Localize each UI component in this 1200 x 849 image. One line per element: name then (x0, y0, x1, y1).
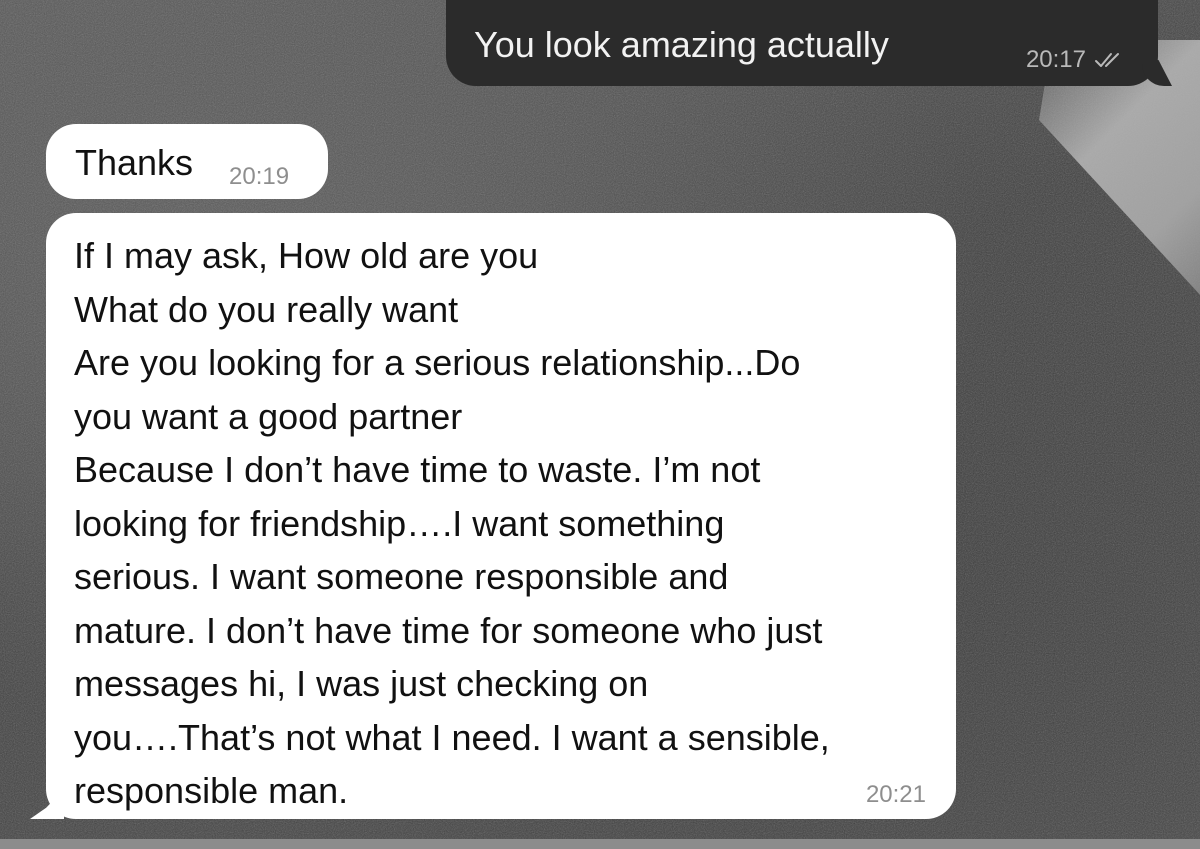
outgoing-message-bubble[interactable]: You look amazing actually 20:17 (446, 0, 1172, 86)
message-line: messages hi, I was just checking on (74, 663, 649, 704)
message-line: you want a good partner (74, 395, 463, 437)
double-check-icon (1095, 53, 1119, 67)
message-line: If I may ask, How old are you (74, 235, 539, 276)
incoming-message-bubble-long[interactable]: If I may ask, How old are you What do yo… (30, 213, 956, 819)
message-time: 20:19 (229, 163, 290, 190)
incoming-message-bubble[interactable]: Thanks 20:19 (46, 124, 328, 199)
message-line: responsible man. (74, 770, 349, 811)
message-time: 20:17 (1025, 46, 1086, 73)
message-text: Thanks (75, 142, 194, 183)
message-meta: 20:17 (1026, 46, 1124, 74)
bottom-edge (0, 839, 1200, 849)
message-time: 20:21 (865, 781, 926, 808)
message-line: you….That’s not what I need. I want a se… (74, 716, 830, 758)
message-line: What do you really want (74, 288, 459, 330)
message-line: Because I don’t have time to waste. I’m … (74, 449, 761, 490)
message-line: mature. I don’t have time for someone wh… (74, 609, 823, 651)
message-line: looking for friendship….I want something (74, 502, 725, 544)
message-text: If I may ask, How old are you What do yo… (74, 229, 944, 818)
message-line: serious. I want someone responsible and (74, 556, 729, 597)
message-line: Are you looking for a serious relationsh… (74, 342, 801, 383)
message-text: You look amazing actually (474, 24, 889, 65)
